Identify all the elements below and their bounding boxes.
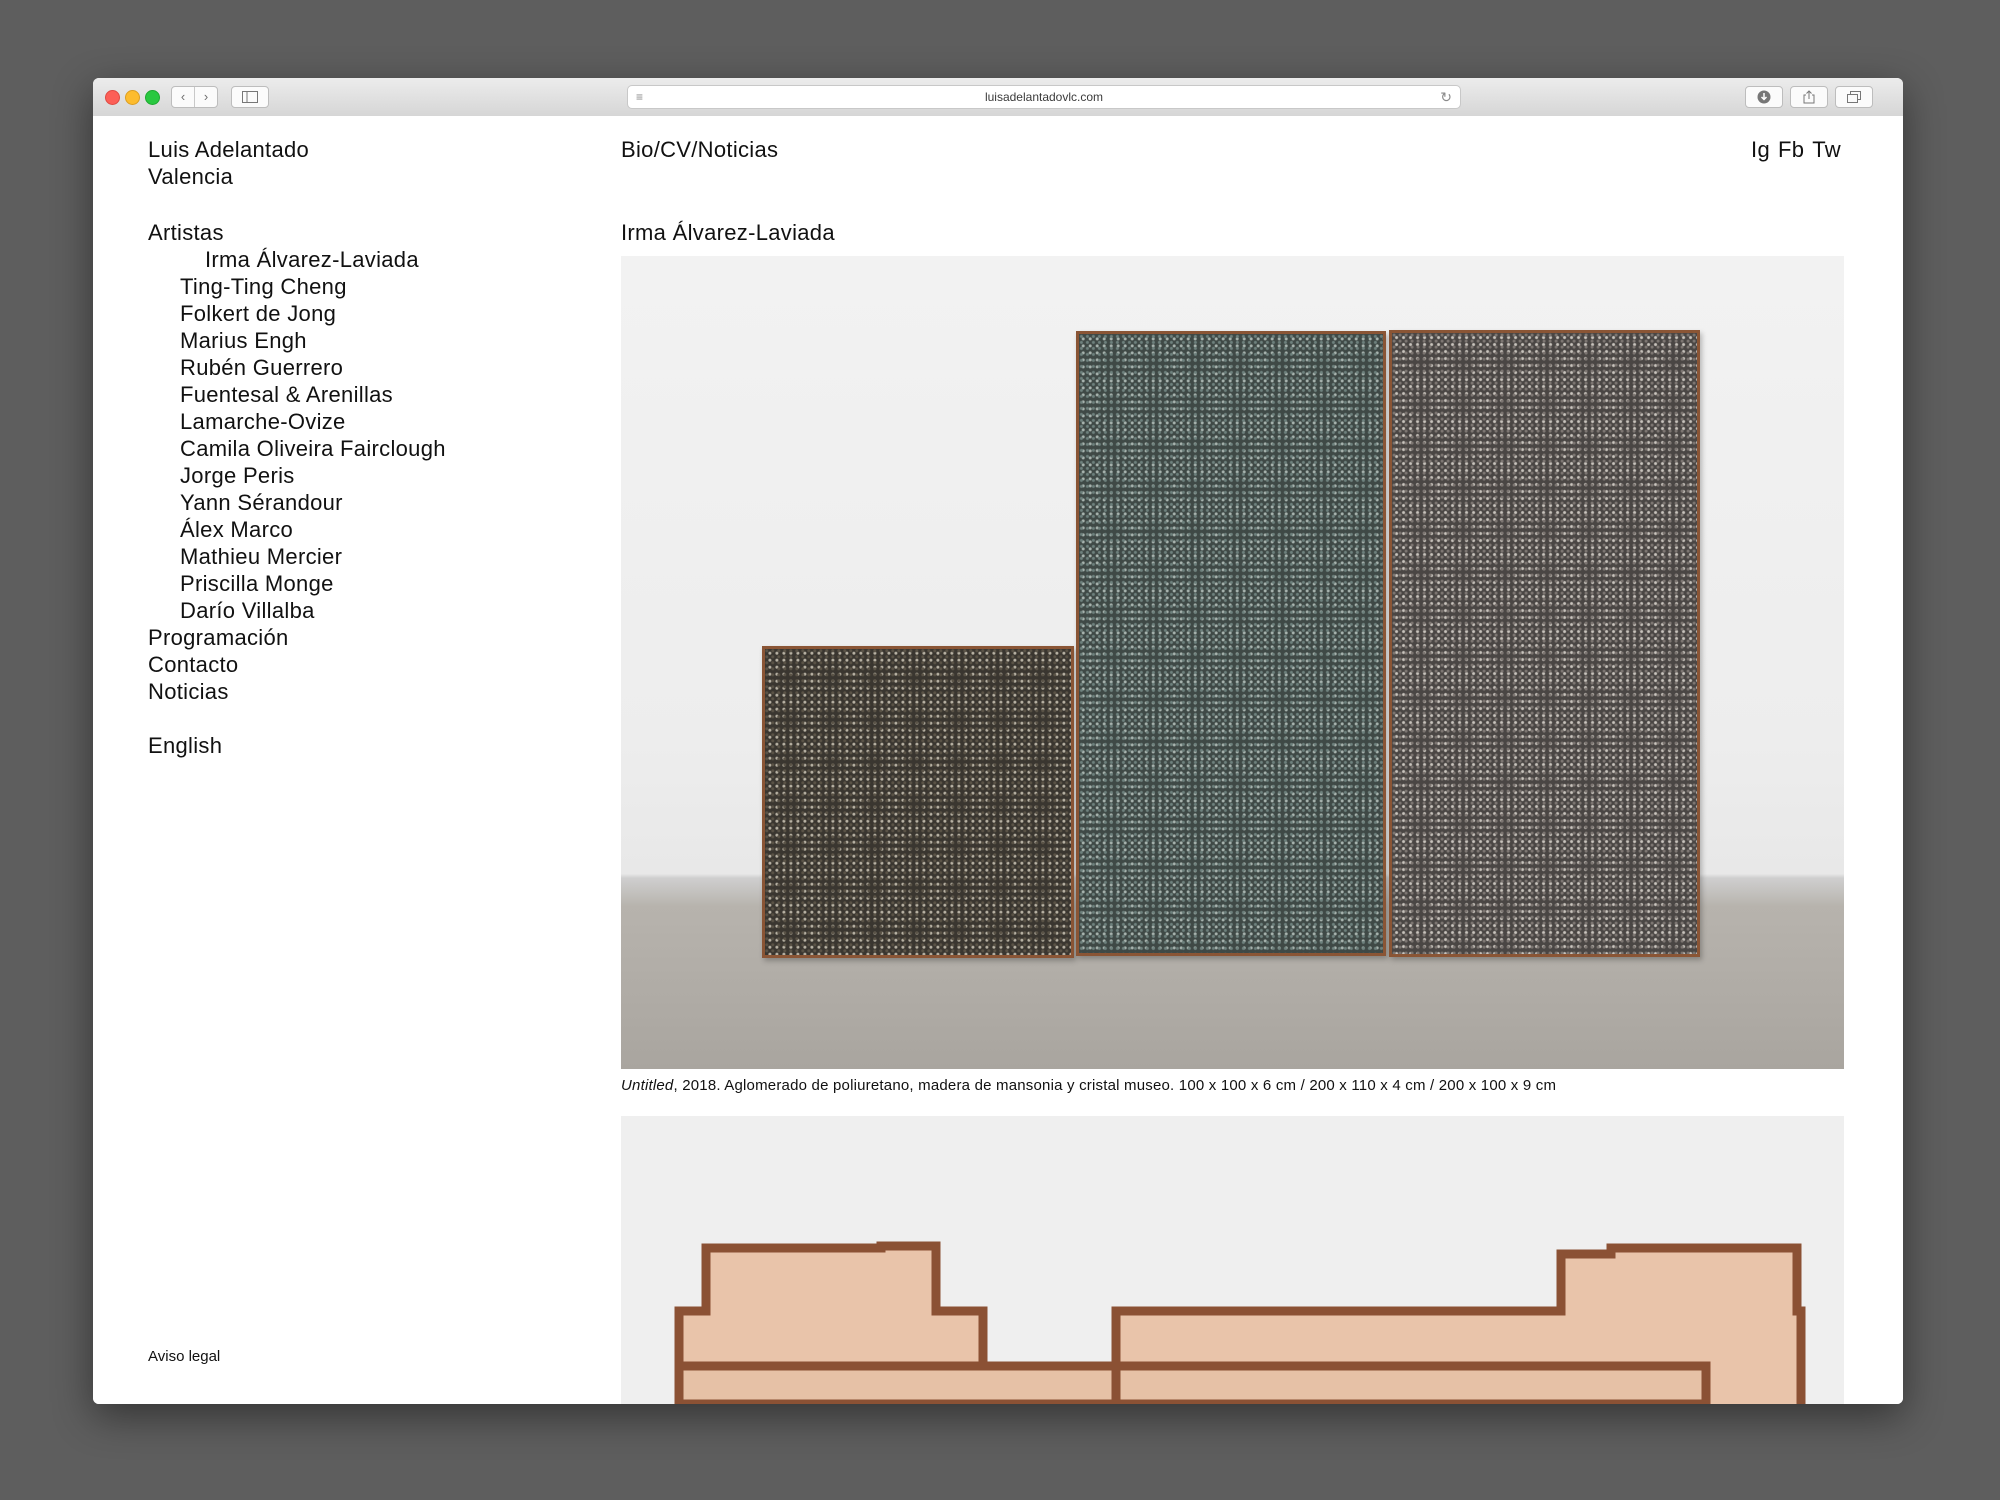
browser-toolbar: ‹ › ≡ luisadelantadovlc.com ↻	[93, 78, 1903, 117]
forward-arrow-icon[interactable]: ›	[195, 87, 217, 107]
nav-artists[interactable]: Artistas	[148, 219, 446, 246]
maximize-window-button[interactable]	[145, 90, 160, 105]
artwork-panel	[762, 646, 1074, 958]
bio-cv-news-link[interactable]: Bio/CV/Noticias	[621, 136, 778, 163]
share-icon	[1803, 90, 1815, 104]
artist-link[interactable]: Yann Sérandour	[180, 489, 446, 516]
artist-link[interactable]: Jorge Peris	[180, 462, 446, 489]
address-bar[interactable]: ≡ luisadelantadovlc.com ↻	[627, 85, 1461, 109]
page-content: Luis Adelantado Valencia Bio/CV/Noticias…	[93, 116, 1903, 1404]
artwork-caption: Untitled, 2018. Aglomerado de poliuretan…	[621, 1077, 1556, 1094]
side-navigation: Artistas Irma Álvarez-Laviada Ting-Ting …	[148, 219, 446, 759]
artist-link[interactable]: Lamarche-Ovize	[180, 408, 446, 435]
social-links: Ig Fb Tw	[1751, 136, 1841, 163]
language-switch[interactable]: English	[148, 732, 446, 759]
facebook-link[interactable]: Fb	[1778, 136, 1804, 163]
gallery-identity: Luis Adelantado Valencia	[148, 136, 309, 190]
artwork-details: , 2018. Aglomerado de poliuretano, mader…	[673, 1077, 1557, 1094]
download-icon	[1757, 90, 1771, 104]
tab-overview-button[interactable]	[1835, 86, 1873, 108]
address-url: luisadelantadovlc.com	[984, 90, 1104, 104]
sidebar-toggle-button[interactable]	[231, 86, 269, 108]
instagram-link[interactable]: Ig	[1751, 136, 1770, 163]
artwork-photo	[621, 1116, 1844, 1404]
history-nav: ‹ ›	[171, 86, 218, 108]
tabs-icon	[1847, 91, 1861, 103]
stepped-frames-artwork	[674, 1241, 1806, 1404]
share-button[interactable]	[1790, 86, 1828, 108]
artwork-photo	[621, 256, 1844, 1069]
artist-list: Irma Álvarez-Laviada Ting-Ting Cheng Fol…	[148, 246, 446, 624]
artwork-panel	[1389, 330, 1700, 957]
gallery-city: Valencia	[148, 164, 234, 189]
nav-contacto[interactable]: Contacto	[148, 651, 446, 678]
twitter-link[interactable]: Tw	[1812, 136, 1841, 163]
close-window-button[interactable]	[105, 90, 120, 105]
nav-noticias[interactable]: Noticias	[148, 678, 446, 705]
nav-programacion[interactable]: Programación	[148, 624, 446, 651]
artist-link[interactable]: Marius Engh	[180, 327, 446, 354]
legal-notice-link[interactable]: Aviso legal	[148, 1348, 220, 1365]
artist-link[interactable]: Priscilla Monge	[180, 570, 446, 597]
artist-link[interactable]: Fuentesal & Arenillas	[180, 381, 446, 408]
gallery-name-link[interactable]: Luis Adelantado	[148, 136, 309, 163]
artwork-title: Untitled	[621, 1077, 674, 1094]
reload-icon[interactable]: ↻	[1440, 88, 1452, 106]
artist-link-active[interactable]: Irma Álvarez-Laviada	[180, 246, 446, 273]
artist-link[interactable]: Darío Villalba	[180, 597, 446, 624]
artist-link[interactable]: Mathieu Mercier	[180, 543, 446, 570]
back-arrow-icon[interactable]: ‹	[172, 87, 195, 107]
artist-title: Irma Álvarez-Laviada	[621, 220, 835, 245]
artist-link[interactable]: Ting-Ting Cheng	[180, 273, 446, 300]
minimize-window-button[interactable]	[125, 90, 140, 105]
sidebar-icon	[242, 91, 258, 103]
artist-link[interactable]: Camila Oliveira Fairclough	[180, 435, 446, 462]
artist-link[interactable]: Folkert de Jong	[180, 300, 446, 327]
artwork-panel	[1076, 331, 1386, 956]
artist-link[interactable]: Rubén Guerrero	[180, 354, 446, 381]
browser-window: ‹ › ≡ luisadelantadovlc.com ↻ + Luis Ade…	[93, 78, 1903, 1404]
artist-link[interactable]: Álex Marco	[180, 516, 446, 543]
downloads-button[interactable]	[1745, 86, 1783, 108]
